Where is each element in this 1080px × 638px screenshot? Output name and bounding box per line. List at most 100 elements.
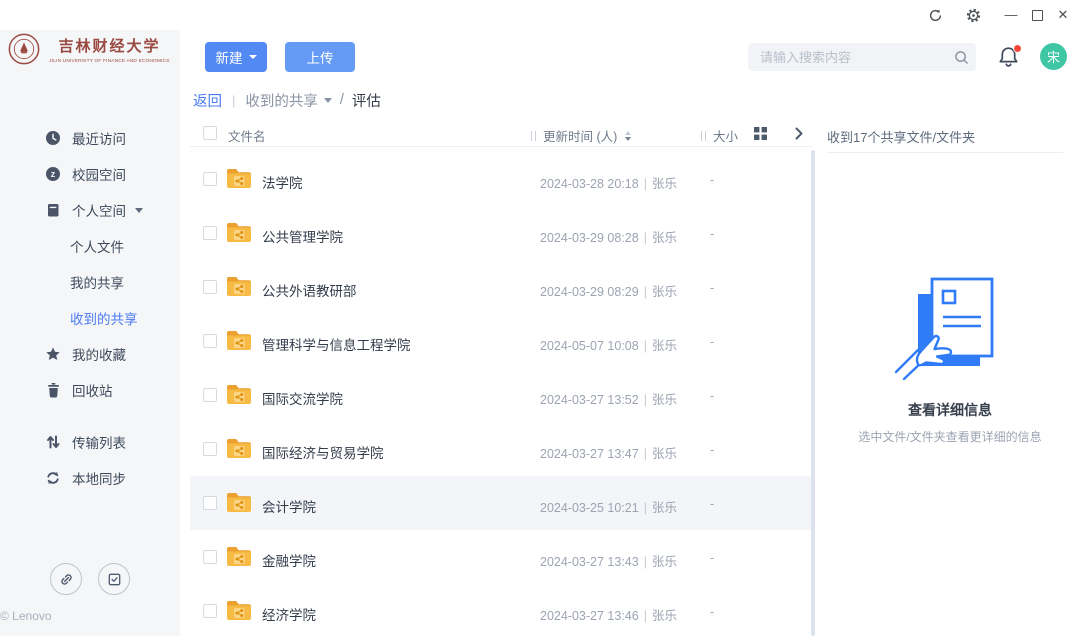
sidebar-item-received-shares[interactable]: 收到的共享 [0,300,180,336]
file-updated-date: 2024-03-27 13:43 [540,555,639,569]
file-updated: 2024-03-29 08:29|张乐 [540,281,677,300]
view-details-hint: 选中文件/文件夹查看更详细的信息 [820,428,1080,445]
column-header-name: 文件名 [228,126,266,145]
row-checkbox[interactable] [203,604,217,618]
table-row[interactable]: 会计学院 2024-03-25 10:21|张乐 - [190,476,812,530]
titlebar: — ✕ [0,0,1080,30]
minimize-glyph: — [1005,10,1018,20]
row-checkbox[interactable] [203,442,217,456]
file-name: 国际交流学院 [262,388,343,408]
file-updated-date: 2024-03-27 13:46 [540,609,639,623]
file-updated-date: 2024-03-27 13:47 [540,447,639,461]
row-checkbox[interactable] [203,280,217,294]
close-glyph: ✕ [1058,7,1069,23]
breadcrumb-current: 评估 [352,90,381,111]
list-scrollbar[interactable] [811,150,815,636]
collapse-panel-button[interactable] [794,126,804,144]
breadcrumb-back-link[interactable]: 返回 [193,90,222,111]
column-header-updated-label: 更新时间 (人) [543,126,617,145]
shared-folder-icon [226,437,252,465]
sidebar-item-favorites[interactable]: 我的收藏 [0,336,180,372]
row-checkbox[interactable] [203,226,217,240]
file-list: 法学院 2024-03-28 20:18|张乐 - 公共管理学院 2024-03… [190,152,812,638]
sidebar-item-local-sync[interactable]: 本地同步 [0,460,180,496]
grid-view-button[interactable] [753,126,768,144]
file-size: - [710,551,714,565]
file-name: 管理科学与信息工程学院 [262,334,411,354]
table-row[interactable]: 国际交流学院 2024-03-27 13:52|张乐 - [190,368,812,422]
sidebar-item-label: 我的共享 [70,272,124,292]
shared-folder-icon [226,275,252,303]
table-row[interactable]: 管理科学与信息工程学院 2024-05-07 10:08|张乐 - [190,314,812,368]
search-input[interactable] [748,50,946,65]
breadcrumb-parent-label: 收到的共享 [245,90,318,111]
new-button-label: 新建 [216,47,243,67]
table-row[interactable]: 法学院 2024-03-28 20:18|张乐 - [190,152,812,206]
column-header-updated: 更新时间 (人) [531,126,631,145]
settings-button[interactable] [960,2,986,28]
column-resize-handle [531,131,536,141]
row-checkbox[interactable] [203,496,217,510]
search-icon[interactable] [946,43,976,71]
avatar[interactable]: 宋 [1040,43,1067,70]
maximize-icon [1032,10,1043,21]
sidebar-item-campus[interactable]: z 校园空间 [0,156,180,192]
table-row[interactable]: 国际经济与贸易学院 2024-03-27 13:47|张乐 - [190,422,812,476]
university-logo: 吉林财经大学 JILIN UNIVERSITY OF FINANCE AND E… [0,32,180,66]
chevron-down-icon [135,208,143,213]
table-row[interactable]: 金融学院 2024-03-27 13:43|张乐 - [190,530,812,584]
table-row[interactable]: 公共外语教研部 2024-03-29 08:29|张乐 - [190,260,812,314]
upload-button[interactable]: 上传 [285,42,355,72]
file-updated-date: 2024-05-07 10:08 [540,339,639,353]
link-icon [58,571,75,588]
select-all-checkbox[interactable] [203,126,217,140]
notifications-button[interactable] [998,45,1022,71]
sidebar-item-personal-space[interactable]: 个人空间 [0,192,180,228]
close-button[interactable]: ✕ [1050,2,1076,28]
file-updated-date: 2024-03-28 20:18 [540,177,639,191]
breadcrumb-parent-link[interactable]: 收到的共享 [245,90,332,111]
shared-folder-icon [226,221,252,249]
clock-icon [45,130,61,146]
notebook-icon [45,202,61,218]
table-row[interactable]: 经济学院 2024-03-27 13:46|张乐 - [190,584,812,638]
row-checkbox[interactable] [203,172,217,186]
refresh-button[interactable] [922,2,948,28]
row-checkbox[interactable] [203,388,217,402]
share-link-button[interactable] [50,563,82,595]
column-header-size-label: 大小 [713,126,738,145]
file-size: - [710,497,714,511]
new-button[interactable]: 新建 [205,42,267,72]
owner-separator: | [644,447,647,461]
star-icon [45,346,61,362]
file-updated-date: 2024-03-29 08:29 [540,285,639,299]
row-checkbox[interactable] [203,550,217,564]
minimize-button[interactable]: — [998,2,1024,28]
sidebar-item-recent[interactable]: 最近访问 [0,120,180,156]
refresh-icon [928,8,943,23]
sidebar-item-personal-files[interactable]: 个人文件 [0,228,180,264]
sidebar-item-label: 校园空间 [72,164,126,184]
owner-separator: | [644,339,647,353]
owner-separator: | [644,285,647,299]
share-summary: 收到17个共享文件/文件夹 [827,127,975,146]
university-name: 吉林财经大学 [58,35,160,56]
search-box [748,43,976,71]
app-window: — ✕ 吉林财经大学 JILIN UNIVERSITY OF FINANCE A… [0,0,1080,636]
sort-toggle[interactable] [625,131,631,141]
column-resize-handle [701,131,706,141]
file-updated: 2024-03-27 13:43|张乐 [540,551,677,570]
file-owner: 张乐 [652,609,677,623]
sidebar: 吉林财经大学 JILIN UNIVERSITY OF FINANCE AND E… [0,10,180,636]
file-owner: 张乐 [652,501,677,515]
maximize-button[interactable] [1024,2,1050,28]
table-row[interactable]: 公共管理学院 2024-03-29 08:28|张乐 - [190,206,812,260]
approval-button[interactable] [98,563,130,595]
file-size: - [710,443,714,457]
row-checkbox[interactable] [203,334,217,348]
breadcrumb-separator: / [340,92,344,108]
file-updated: 2024-03-28 20:18|张乐 [540,173,677,192]
sidebar-item-my-shares[interactable]: 我的共享 [0,264,180,300]
sidebar-item-recycle-bin[interactable]: 回收站 [0,372,180,408]
sidebar-item-transfer-list[interactable]: 传输列表 [0,424,180,460]
